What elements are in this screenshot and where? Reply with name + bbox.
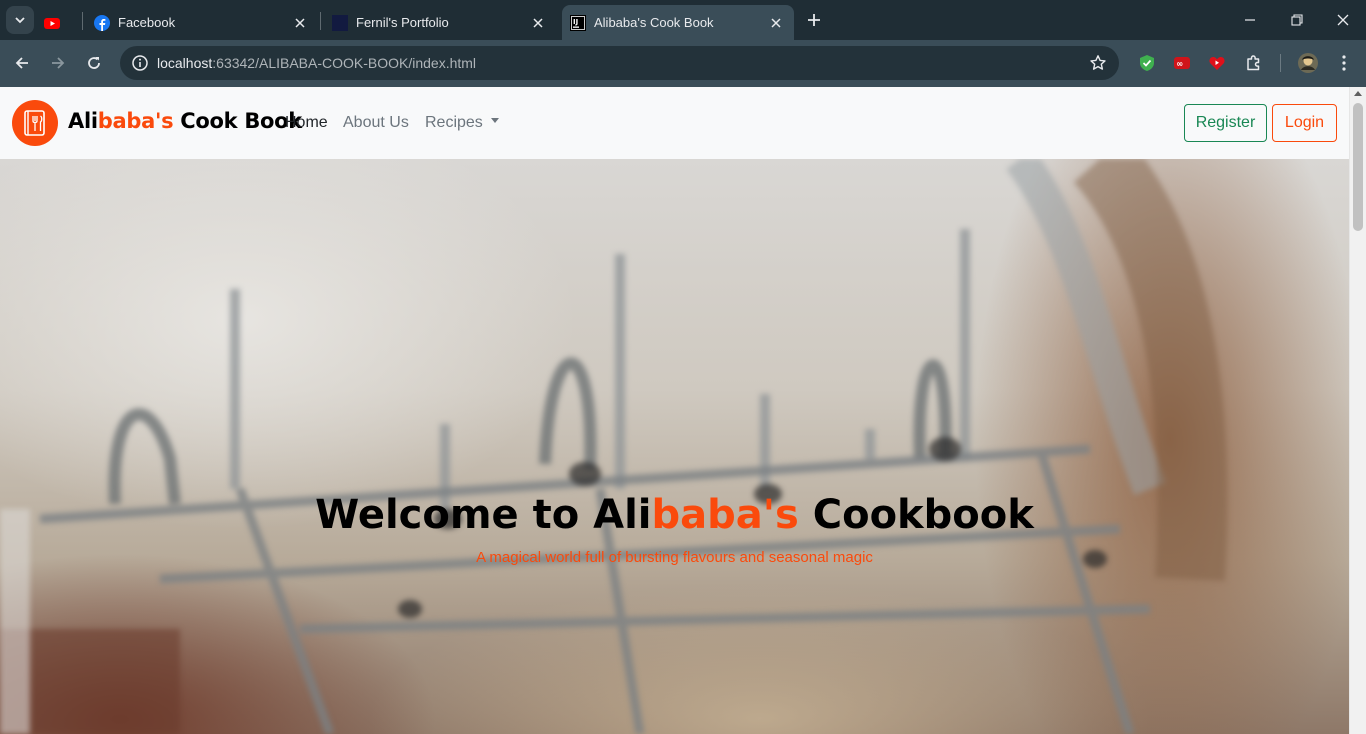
hero-section: Welcome to Alibaba's Cookbook A magical … xyxy=(0,159,1349,734)
dropdown-caret-icon xyxy=(490,118,499,124)
tab-title: Facebook xyxy=(118,15,176,30)
reload-button[interactable] xyxy=(82,51,106,75)
scroll-up-arrow-icon[interactable] xyxy=(1354,91,1362,96)
browser-toolbar: localhost:63342/ALIBABA-COOK-BOOK/index.… xyxy=(0,40,1366,87)
close-tab-icon[interactable] xyxy=(766,13,786,33)
tab-portfolio[interactable]: Fernil's Portfolio xyxy=(324,5,556,40)
url-host: localhost xyxy=(157,55,213,71)
hero-title: Welcome to Alibaba's Cookbook xyxy=(0,492,1349,538)
brand-part-1: Ali xyxy=(68,109,98,133)
nav-about-us[interactable]: About Us xyxy=(343,114,409,132)
toolbar-separator xyxy=(1280,54,1281,72)
tab-youtube[interactable] xyxy=(44,5,80,40)
reload-icon xyxy=(88,57,100,69)
close-icon xyxy=(1337,14,1349,26)
brand-part-2: baba's xyxy=(97,109,174,133)
minimize-button[interactable] xyxy=(1238,8,1262,32)
nav-recipes-dropdown[interactable]: Recipes xyxy=(425,114,499,132)
tab-cookbook[interactable]: IJ Alibaba's Cook Book xyxy=(562,5,794,40)
facebook-icon xyxy=(94,14,110,31)
hero-title-part-2: baba's xyxy=(651,492,799,538)
profile-avatar-icon[interactable] xyxy=(1296,51,1320,75)
url-path: :63342/ALIBABA-COOK-BOOK/index.html xyxy=(212,55,477,71)
restore-icon xyxy=(1291,14,1303,26)
login-button[interactable]: Login xyxy=(1272,104,1337,142)
heart-extension-icon[interactable] xyxy=(1206,52,1228,74)
back-arrow-icon xyxy=(15,57,28,69)
youtube-icon xyxy=(44,17,60,29)
shield-extension-icon[interactable] xyxy=(1136,52,1158,74)
nav-home[interactable]: Home xyxy=(285,114,328,132)
close-tab-icon[interactable] xyxy=(528,13,548,33)
minimize-icon xyxy=(1245,19,1255,21)
close-window-button[interactable] xyxy=(1331,8,1355,32)
tab-facebook[interactable]: Facebook xyxy=(86,5,318,40)
intellij-icon: IJ xyxy=(570,14,586,31)
forward-button[interactable] xyxy=(46,51,70,75)
site-navbar: Alibaba's Cook Book Home About Us Recipe… xyxy=(0,87,1349,159)
hero-title-part-3: Cookbook xyxy=(798,492,1034,538)
brand-name[interactable]: Alibaba's Cook Book xyxy=(68,109,302,133)
tab-title: Alibaba's Cook Book xyxy=(594,15,714,30)
url-text[interactable]: localhost:63342/ALIBABA-COOK-BOOK/index.… xyxy=(157,55,476,71)
browser-menu-icon[interactable] xyxy=(1333,52,1355,74)
new-tab-button[interactable] xyxy=(803,9,825,31)
svg-text:∞: ∞ xyxy=(1176,59,1183,69)
portfolio-icon xyxy=(332,14,348,31)
hero-subtitle: A magical world full of bursting flavour… xyxy=(476,549,873,566)
tab-search-button[interactable] xyxy=(6,6,34,34)
svg-text:IJ: IJ xyxy=(573,18,578,26)
nav-recipes-label: Recipes xyxy=(425,114,483,131)
site-info-icon[interactable] xyxy=(128,51,152,75)
scrollbar-thumb[interactable] xyxy=(1353,103,1363,231)
tab-title: Fernil's Portfolio xyxy=(356,15,449,30)
bookmark-star-icon[interactable] xyxy=(1087,52,1109,74)
brand-part-3: Cook Book xyxy=(173,109,302,133)
puzzle-extensions-icon[interactable] xyxy=(1243,52,1265,74)
infinity-extension-icon[interactable]: ∞ xyxy=(1171,52,1193,74)
chevron-down-icon xyxy=(15,17,25,24)
tab-separator xyxy=(320,12,321,30)
back-button[interactable] xyxy=(10,51,34,75)
page-viewport: Alibaba's Cook Book Home About Us Recipe… xyxy=(0,87,1366,734)
page-scrollbar[interactable] xyxy=(1349,87,1366,734)
restore-button[interactable] xyxy=(1285,8,1309,32)
hero-title-part-1: Welcome to Ali xyxy=(315,492,652,538)
tab-strip: Facebook Fernil's Portfolio IJ Alibaba's… xyxy=(0,0,1366,40)
cookbook-logo[interactable] xyxy=(12,100,58,146)
cookbook-utensils-icon xyxy=(24,110,45,136)
register-button[interactable]: Register xyxy=(1184,104,1267,142)
hero-background-image xyxy=(0,159,1228,734)
close-tab-icon[interactable] xyxy=(290,13,310,33)
address-bar[interactable]: localhost:63342/ALIBABA-COOK-BOOK/index.… xyxy=(120,46,1119,80)
tab-separator xyxy=(82,12,83,30)
plus-icon xyxy=(808,14,820,26)
forward-arrow-icon xyxy=(52,57,65,69)
